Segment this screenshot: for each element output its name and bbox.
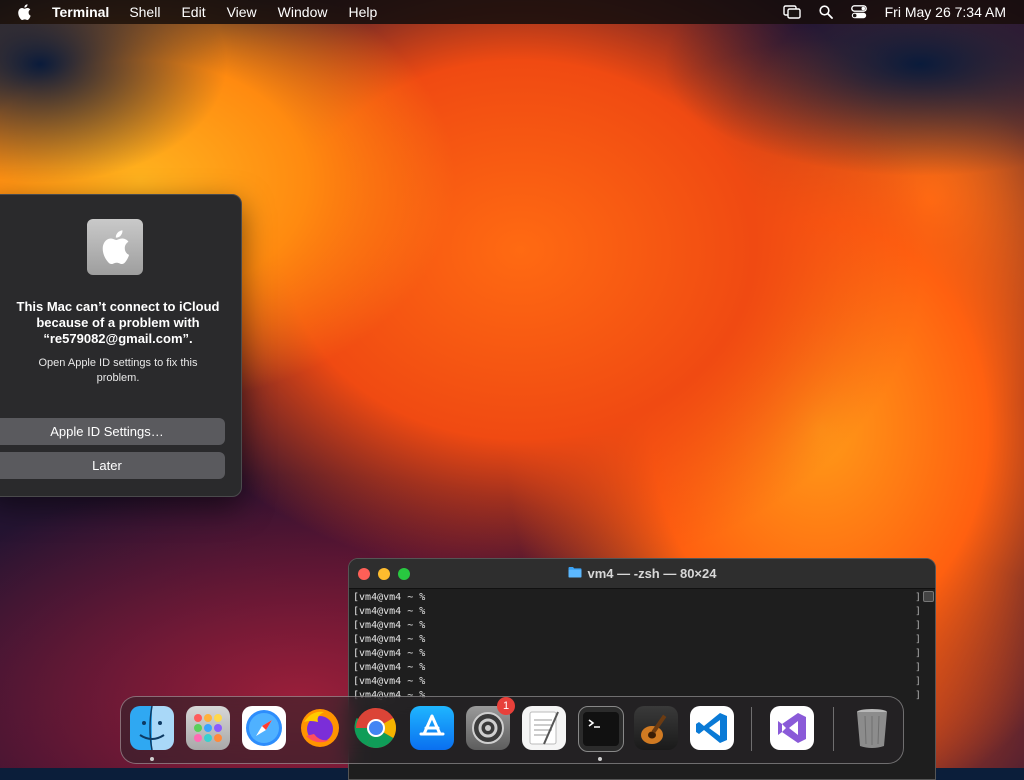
alert-message: Open Apple ID settings to fix this probl… [38, 357, 198, 384]
close-button[interactable] [358, 568, 370, 580]
terminal-line: [vm4@vm4 ~ % [353, 606, 426, 617]
visual-studio-icon[interactable] [770, 706, 814, 750]
terminal-line: [vm4@vm4 ~ % [353, 662, 426, 673]
terminal-line: [vm4@vm4 ~ % [353, 648, 426, 659]
menu-window[interactable]: Window [278, 4, 328, 20]
alert-title: This Mac can’t connect to iCloud because… [16, 299, 220, 346]
terminal-icon[interactable] [578, 706, 624, 752]
spotlight-search-icon[interactable] [819, 5, 833, 19]
terminal-line: [vm4@vm4 ~ % [353, 634, 426, 645]
control-center-icon[interactable] [850, 5, 867, 19]
terminal-scrollbar[interactable] [923, 589, 934, 759]
terminal-line: [vm4@vm4 ~ % [353, 620, 426, 631]
line-end-markers: ]]]]]]]] [914, 592, 921, 701]
terminal-titlebar[interactable]: vm4 — -zsh — 80×24 [349, 559, 935, 589]
scrollbar-thumb[interactable] [923, 591, 934, 602]
terminal-title: vm4 — -zsh — 80×24 [587, 566, 717, 581]
menu-bar: Terminal Shell Edit View Window Help Fri… [0, 0, 1024, 24]
apple-id-settings-button[interactable]: Apple ID Settings… [0, 418, 225, 445]
firefox-icon[interactable] [298, 706, 342, 750]
menu-shell[interactable]: Shell [129, 4, 160, 20]
zoom-button[interactable] [398, 568, 410, 580]
dock-separator [833, 707, 834, 751]
dock-separator [751, 707, 752, 751]
garageband-icon[interactable] [634, 706, 678, 750]
dock: 1 [120, 696, 904, 764]
finder-running-indicator [150, 757, 154, 761]
apple-menu-icon[interactable] [17, 4, 37, 20]
vscode-icon[interactable] [690, 706, 734, 750]
menu-view[interactable]: View [227, 4, 257, 20]
notification-badge: 1 [497, 697, 515, 715]
menu-extras: Fri May 26 7:34 AM [782, 0, 1006, 24]
app-store-icon[interactable] [410, 706, 454, 750]
launchpad-icon[interactable] [186, 706, 230, 750]
menu-edit[interactable]: Edit [181, 4, 205, 20]
icloud-alert-dialog: This Mac can’t connect to iCloud because… [0, 194, 242, 497]
wallpaper-shade [0, 24, 260, 194]
finder-icon[interactable] [130, 706, 174, 750]
minimize-button[interactable] [378, 568, 390, 580]
apple-logo-icon [87, 219, 143, 275]
screen-mirroring-icon[interactable] [782, 5, 801, 19]
menu-clock[interactable]: Fri May 26 7:34 AM [885, 4, 1006, 20]
safari-icon[interactable] [242, 706, 286, 750]
terminal-line: [vm4@vm4 ~ % [353, 592, 426, 603]
chrome-icon[interactable] [354, 706, 398, 750]
window-controls [358, 568, 410, 580]
terminal-line: [vm4@vm4 ~ % [353, 676, 426, 687]
trash-icon[interactable] [850, 706, 894, 750]
menu-help[interactable]: Help [348, 4, 377, 20]
terminal-output[interactable]: [vm4@vm4 ~ % [vm4@vm4 ~ % [vm4@vm4 ~ % [… [349, 589, 935, 703]
wallpaper-shade [600, 24, 1024, 194]
folder-icon [568, 566, 582, 581]
menu-app-name[interactable]: Terminal [52, 4, 109, 20]
terminal-running-indicator [598, 757, 602, 761]
later-button[interactable]: Later [0, 452, 225, 479]
textedit-icon[interactable] [522, 706, 566, 750]
